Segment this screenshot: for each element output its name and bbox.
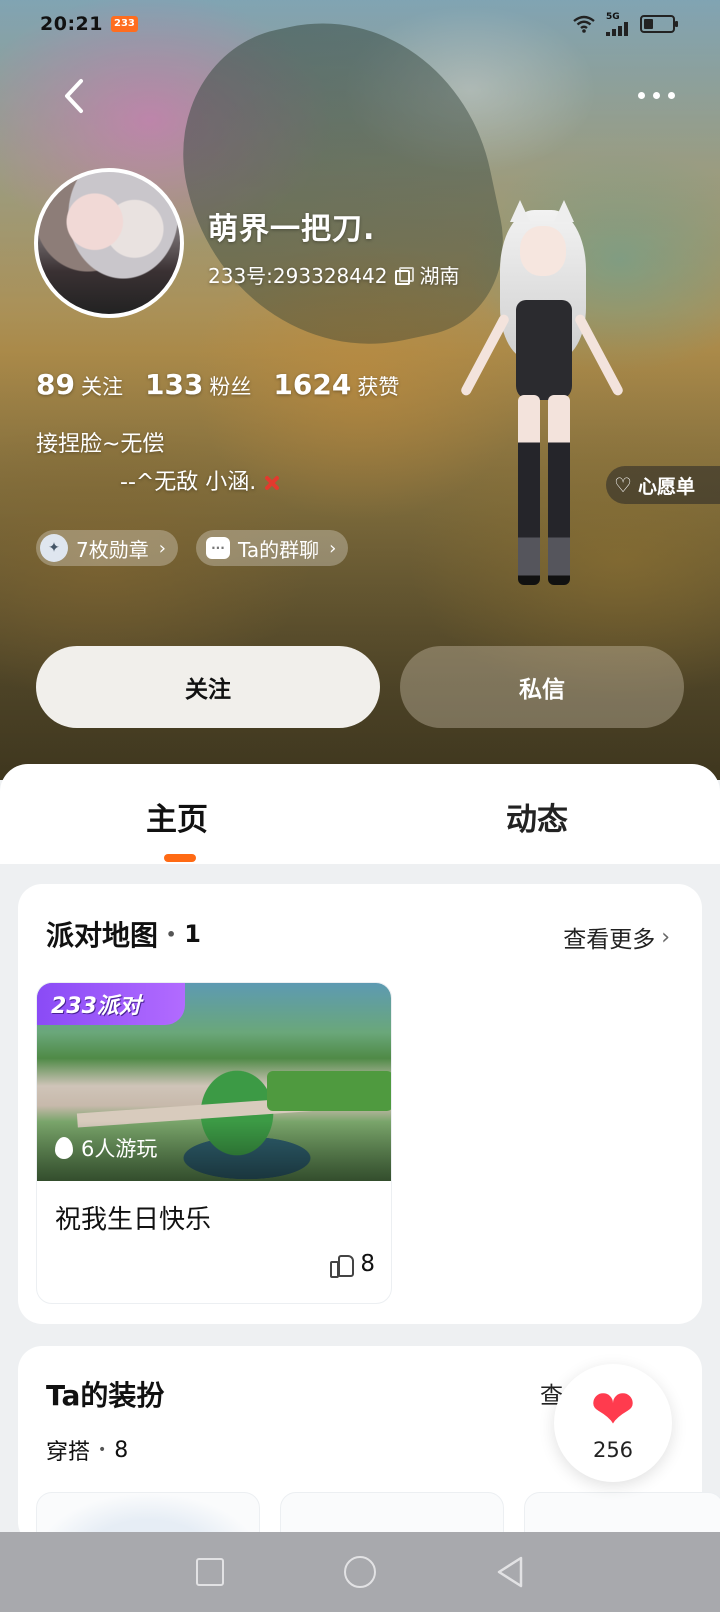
following-stat[interactable]: 89 关注 [36, 368, 123, 401]
uid-text: 233号:293328442 [208, 264, 388, 288]
tab-feed[interactable]: 动态 [506, 794, 568, 839]
wishlist-button[interactable]: ♡ 心愿单 [606, 466, 720, 504]
thumbs-up-icon [330, 1253, 355, 1278]
group-chat-chip[interactable]: ··· Ta的群聊 › [195, 530, 349, 566]
player-count: 6人游玩 [55, 1133, 157, 1163]
username: 萌界一把刀. [208, 212, 376, 247]
flame-icon [55, 1137, 73, 1159]
app-notification-badge: 233 [110, 16, 138, 32]
medal-icon: ✦ [40, 534, 68, 562]
chevron-right-icon: › [661, 924, 670, 950]
party-map-section: 派对地图 • 1 查看更多 › 233派对 6人游玩 祝我生日快乐 8 [18, 884, 702, 1324]
outfit-count: 8 [114, 1437, 129, 1463]
battery-icon [640, 15, 678, 33]
home-button[interactable] [340, 1552, 380, 1592]
followers-stat[interactable]: 133 粉丝 [145, 368, 251, 401]
like-count: 256 [592, 1438, 634, 1462]
status-bar: 20:21 233 5G [0, 0, 720, 48]
bio-line-1: 接捏脸~无偿 [36, 432, 165, 457]
chat-bubble-icon: ··· [205, 537, 230, 559]
party-map-item[interactable]: 233派对 6人游玩 祝我生日快乐 8 [36, 982, 392, 1304]
signal-icon [606, 22, 628, 36]
chevron-right-icon: › [329, 537, 337, 559]
anger-emoji-icon [260, 471, 284, 495]
profile-tabs: 主页 动态 [0, 764, 720, 864]
bio-line-2: --^无敌 小涵. [120, 470, 257, 495]
back-button[interactable] [54, 74, 94, 118]
party-map-title: 派对地图 • 1 [46, 919, 201, 952]
bio: 接捏脸~无偿 --^无敌 小涵. [36, 426, 284, 502]
status-time: 20:21 [40, 13, 103, 35]
party-map-see-more-link[interactable]: 查看更多 › [563, 920, 670, 954]
more-dots-icon [637, 91, 645, 99]
copy-icon[interactable] [395, 266, 415, 285]
badges-chip[interactable]: ✦ 7枚勋章 › [36, 530, 178, 566]
outfit-title: Ta的装扮 [46, 1379, 165, 1412]
network-type-label: 5G [606, 12, 620, 22]
active-tab-indicator [164, 854, 196, 862]
heart-icon: ❤ [590, 1378, 636, 1441]
circle-icon [344, 1556, 376, 1588]
outfit-subtitle: 穿搭 • 8 [46, 1437, 129, 1466]
uid-row: 233号:293328442 湖南 [208, 260, 459, 289]
chevron-left-icon [65, 79, 83, 113]
floating-like-button[interactable]: ❤ 256 [554, 1364, 672, 1482]
profile-chips: ✦ 7枚勋章 › ··· Ta的群聊 › [36, 530, 349, 566]
more-options-button[interactable] [628, 80, 684, 110]
avatar[interactable] [34, 168, 184, 318]
follow-button[interactable]: 关注 [36, 646, 380, 728]
profile-header-background: 20:21 233 5G 萌界一把刀. 233号:293328442 湖南 89… [0, 0, 720, 780]
brand-badge: 233派对 [37, 983, 185, 1025]
party-map-count: 1 [184, 920, 201, 948]
tab-home[interactable]: 主页 [146, 794, 208, 839]
chevron-right-icon: › [158, 537, 166, 559]
location-text: 湖南 [419, 264, 460, 288]
message-button[interactable]: 私信 [400, 646, 684, 728]
triangle-back-icon [497, 1556, 523, 1588]
map-name: 祝我生日快乐 [55, 1205, 212, 1235]
system-back-button[interactable] [490, 1552, 530, 1592]
avatar-character-figure[interactable] [459, 190, 625, 610]
recent-apps-button[interactable] [190, 1552, 230, 1592]
profile-stats: 89 关注 133 粉丝 1624 获赞 [36, 368, 399, 401]
likes-received-stat[interactable]: 1624 获赞 [273, 368, 399, 401]
map-like-button[interactable]: 8 [330, 1251, 375, 1278]
square-icon [196, 1558, 224, 1586]
system-navigation-bar [0, 1532, 720, 1612]
heart-outline-icon: ♡ [614, 473, 632, 497]
wifi-icon [573, 15, 595, 33]
